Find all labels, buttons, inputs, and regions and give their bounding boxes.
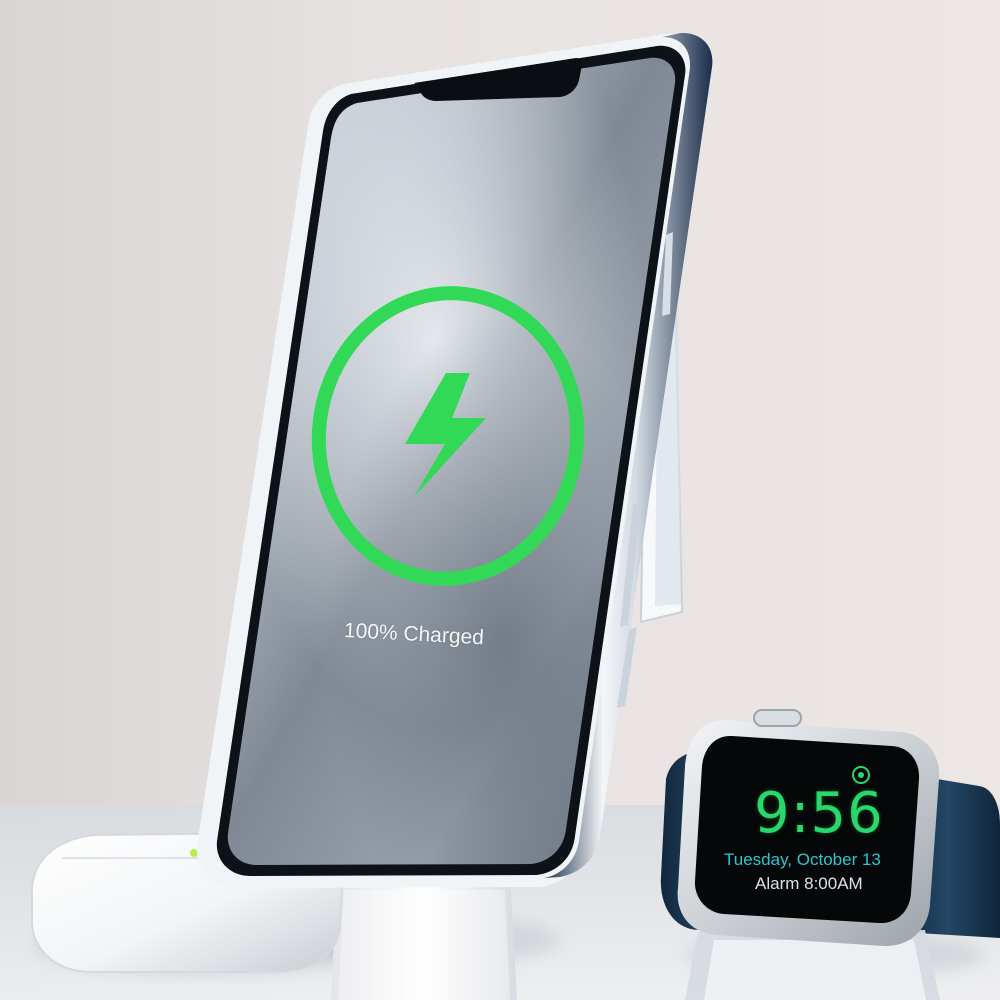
- digital-crown-icon: [753, 709, 802, 727]
- watch-time: 9:56: [754, 781, 884, 846]
- watch-date: Tuesday, October 13: [724, 850, 881, 869]
- watch-alarm: Alarm 8:00AM: [755, 874, 863, 893]
